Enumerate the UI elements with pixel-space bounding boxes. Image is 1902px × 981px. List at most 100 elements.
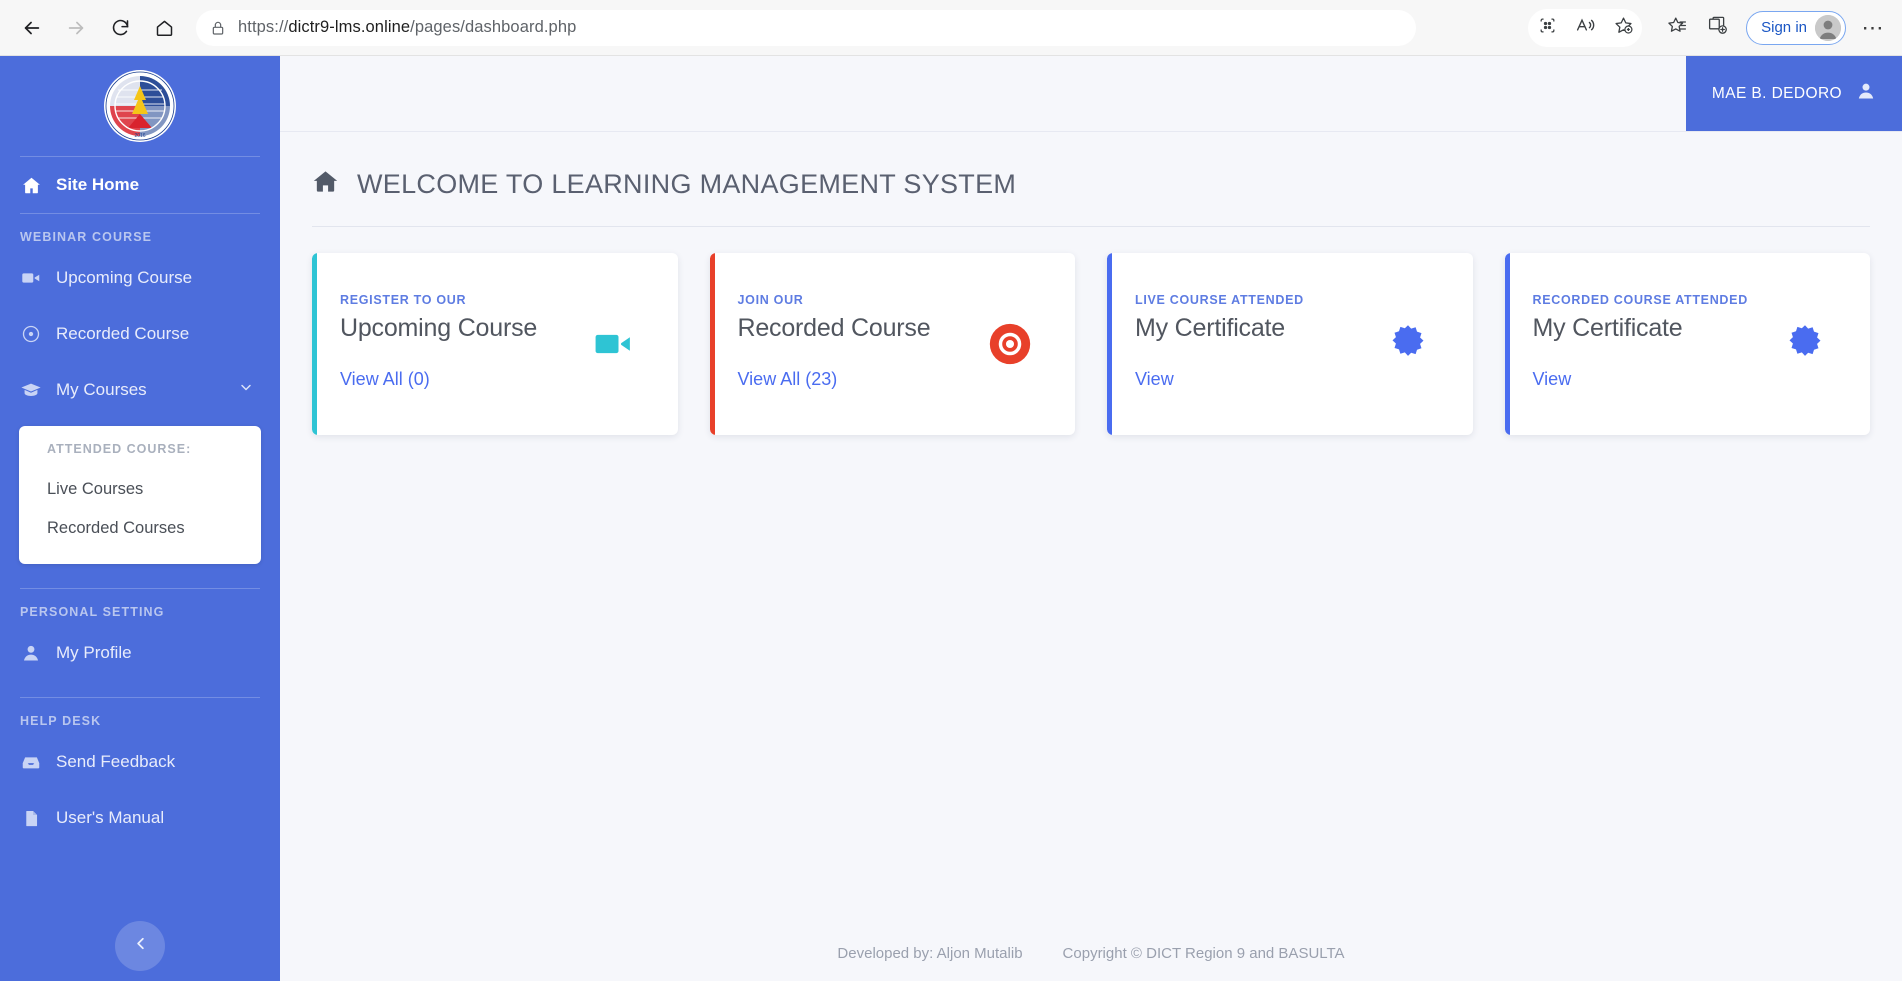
add-favorite-icon <box>1613 15 1634 41</box>
video-camera-icon <box>590 321 636 367</box>
sidebar-section-personal-setting: PERSONAL SETTING <box>20 605 165 619</box>
document-icon <box>20 809 42 828</box>
card-accent-bar <box>1107 253 1112 435</box>
card-accent-bar <box>312 253 317 435</box>
app-grid-button[interactable] <box>1528 9 1566 47</box>
sidebar-item-label: My Courses <box>56 380 147 399</box>
record-disc-icon <box>20 324 42 344</box>
main-content: MAE B. DEDORO WELCOME TO LEARNING MANAGE… <box>280 56 1902 981</box>
more-options-icon: ⋯ <box>1861 14 1885 40</box>
card-eyebrow: JOIN OUR <box>737 293 804 307</box>
page-title: WELCOME TO LEARNING MANAGEMENT SYSTEM <box>357 168 1017 199</box>
certificate-badge-icon <box>1385 321 1431 367</box>
sidebar-section-help-desk: HELP DESK <box>20 714 102 728</box>
browser-toolbar: https://dictr9-lms.online/pages/dashboar… <box>0 0 1902 56</box>
user-name-label: MAE B. DEDORO <box>1711 84 1842 102</box>
card-upcoming-course[interactable]: REGISTER TO OUR Upcoming Course View All… <box>312 253 678 435</box>
forward-button[interactable] <box>56 8 96 48</box>
sidebar-item-label: My Profile <box>56 643 132 662</box>
card-eyebrow: RECORDED COURSE ATTENDED <box>1532 293 1748 307</box>
card-link[interactable]: View All (0) <box>340 369 652 390</box>
record-disc-icon <box>987 321 1033 367</box>
sidebar-item-label: User's Manual <box>56 808 165 827</box>
sidebar-section-webinar-course: WEBINAR COURSE <box>20 230 153 244</box>
dict-seal-logo: 2016 <box>104 70 176 142</box>
submenu-title: ATTENDED COURSE: <box>47 442 192 456</box>
sidebar-item-upcoming-course[interactable]: Upcoming Course <box>0 250 280 306</box>
read-aloud-button[interactable] <box>1566 9 1604 47</box>
card-accent-bar <box>1504 253 1510 435</box>
more-options-button[interactable]: ⋯ <box>1854 9 1892 47</box>
collections-button[interactable] <box>1658 9 1696 47</box>
sidebar-item-label: Upcoming Course <box>56 268 193 287</box>
app-root: 2016 Site Home WEBINAR COURSE Upcoming C… <box>0 56 1902 981</box>
card-accent-bar <box>709 253 715 435</box>
video-camera-icon <box>20 267 42 289</box>
address-bar-container: https://dictr9-lms.online/pages/dashboar… <box>184 9 1528 46</box>
sidebar: 2016 Site Home WEBINAR COURSE Upcoming C… <box>0 56 280 981</box>
user-avatar-icon <box>1856 81 1876 106</box>
card-link[interactable]: View <box>1533 369 1845 390</box>
card-link[interactable]: View All (23) <box>738 369 1050 390</box>
footer-copyright: Copyright © DICT Region 9 and BASULTA <box>1062 944 1345 962</box>
refresh-icon <box>110 17 131 38</box>
read-aloud-icon <box>1575 15 1596 41</box>
sign-in-button[interactable]: Sign in <box>1746 10 1846 45</box>
submenu-item-recorded-courses[interactable]: Recorded Courses <box>19 509 261 548</box>
card-link[interactable]: View <box>1135 369 1447 390</box>
inbox-icon <box>20 751 42 773</box>
card-live-course-certificate[interactable]: LIVE COURSE ATTENDED My Certificate View <box>1107 253 1473 435</box>
profile-avatar-icon <box>1815 14 1841 41</box>
footer-developed-by: Developed by: Aljon Mutalib <box>837 944 1023 962</box>
user-menu[interactable]: MAE B. DEDORO <box>1685 56 1902 131</box>
back-button[interactable] <box>12 8 52 48</box>
lock-icon[interactable] <box>210 20 226 36</box>
home-icon <box>312 168 339 200</box>
sidebar-item-label: Send Feedback <box>56 752 176 771</box>
sidebar-item-label: Recorded Course <box>56 324 190 343</box>
back-arrow-icon <box>21 17 43 39</box>
split-screen-icon <box>1707 15 1728 41</box>
browser-toolbar-right: Sign in ⋯ <box>1528 8 1902 47</box>
chevron-down-icon <box>238 380 254 401</box>
sidebar-logo[interactable]: 2016 <box>0 56 280 156</box>
forward-arrow-icon <box>65 17 87 39</box>
sidebar-collapse-wrap <box>0 921 280 971</box>
add-favorite-button[interactable] <box>1604 9 1642 47</box>
home-icon <box>154 17 175 38</box>
top-bar: MAE B. DEDORO <box>280 56 1902 132</box>
sidebar-item-users-manual[interactable]: User's Manual <box>0 790 280 846</box>
split-screen-button[interactable] <box>1698 9 1736 47</box>
sidebar-item-site-home[interactable]: Site Home <box>0 157 280 213</box>
sidebar-item-recorded-course[interactable]: Recorded Course <box>0 306 280 362</box>
home-icon <box>20 175 42 196</box>
collections-icon <box>1667 15 1688 41</box>
refresh-button[interactable] <box>100 8 140 48</box>
submenu-item-live-courses[interactable]: Live Courses <box>19 470 261 509</box>
dashboard-cards: REGISTER TO OUR Upcoming Course View All… <box>280 227 1902 435</box>
card-recorded-course-certificate[interactable]: RECORDED COURSE ATTENDED My Certificate … <box>1504 253 1870 435</box>
chevron-left-icon <box>131 934 150 958</box>
footer: Developed by: Aljon Mutalib Copyright © … <box>280 925 1902 981</box>
certificate-badge-icon <box>1782 321 1828 367</box>
sidebar-item-my-courses[interactable]: My Courses <box>0 362 280 418</box>
card-recorded-course[interactable]: JOIN OUR Recorded Course View All (23) <box>709 253 1075 435</box>
url-text: https://dictr9-lms.online/pages/dashboar… <box>238 18 577 36</box>
card-eyebrow: LIVE COURSE ATTENDED <box>1135 293 1304 307</box>
browser-nav-buttons <box>0 8 184 48</box>
omnibox-action-group <box>1528 8 1643 47</box>
sidebar-collapse-button[interactable] <box>115 921 165 971</box>
user-icon <box>20 643 42 663</box>
sidebar-item-send-feedback[interactable]: Send Feedback <box>0 734 280 790</box>
graduation-cap-icon <box>20 379 42 401</box>
home-button[interactable] <box>144 8 184 48</box>
card-eyebrow: REGISTER TO OUR <box>340 293 467 307</box>
sidebar-item-my-profile[interactable]: My Profile <box>0 625 280 681</box>
sidebar-item-label: Site Home <box>56 175 140 194</box>
page-title-row: WELCOME TO LEARNING MANAGEMENT SYSTEM <box>280 132 1902 200</box>
app-grid-icon <box>1538 16 1557 40</box>
sign-in-label: Sign in <box>1761 19 1807 36</box>
svg-text:2016: 2016 <box>134 133 145 139</box>
my-courses-submenu: ATTENDED COURSE: Live Courses Recorded C… <box>19 426 261 564</box>
address-bar[interactable]: https://dictr9-lms.online/pages/dashboar… <box>196 9 1416 46</box>
